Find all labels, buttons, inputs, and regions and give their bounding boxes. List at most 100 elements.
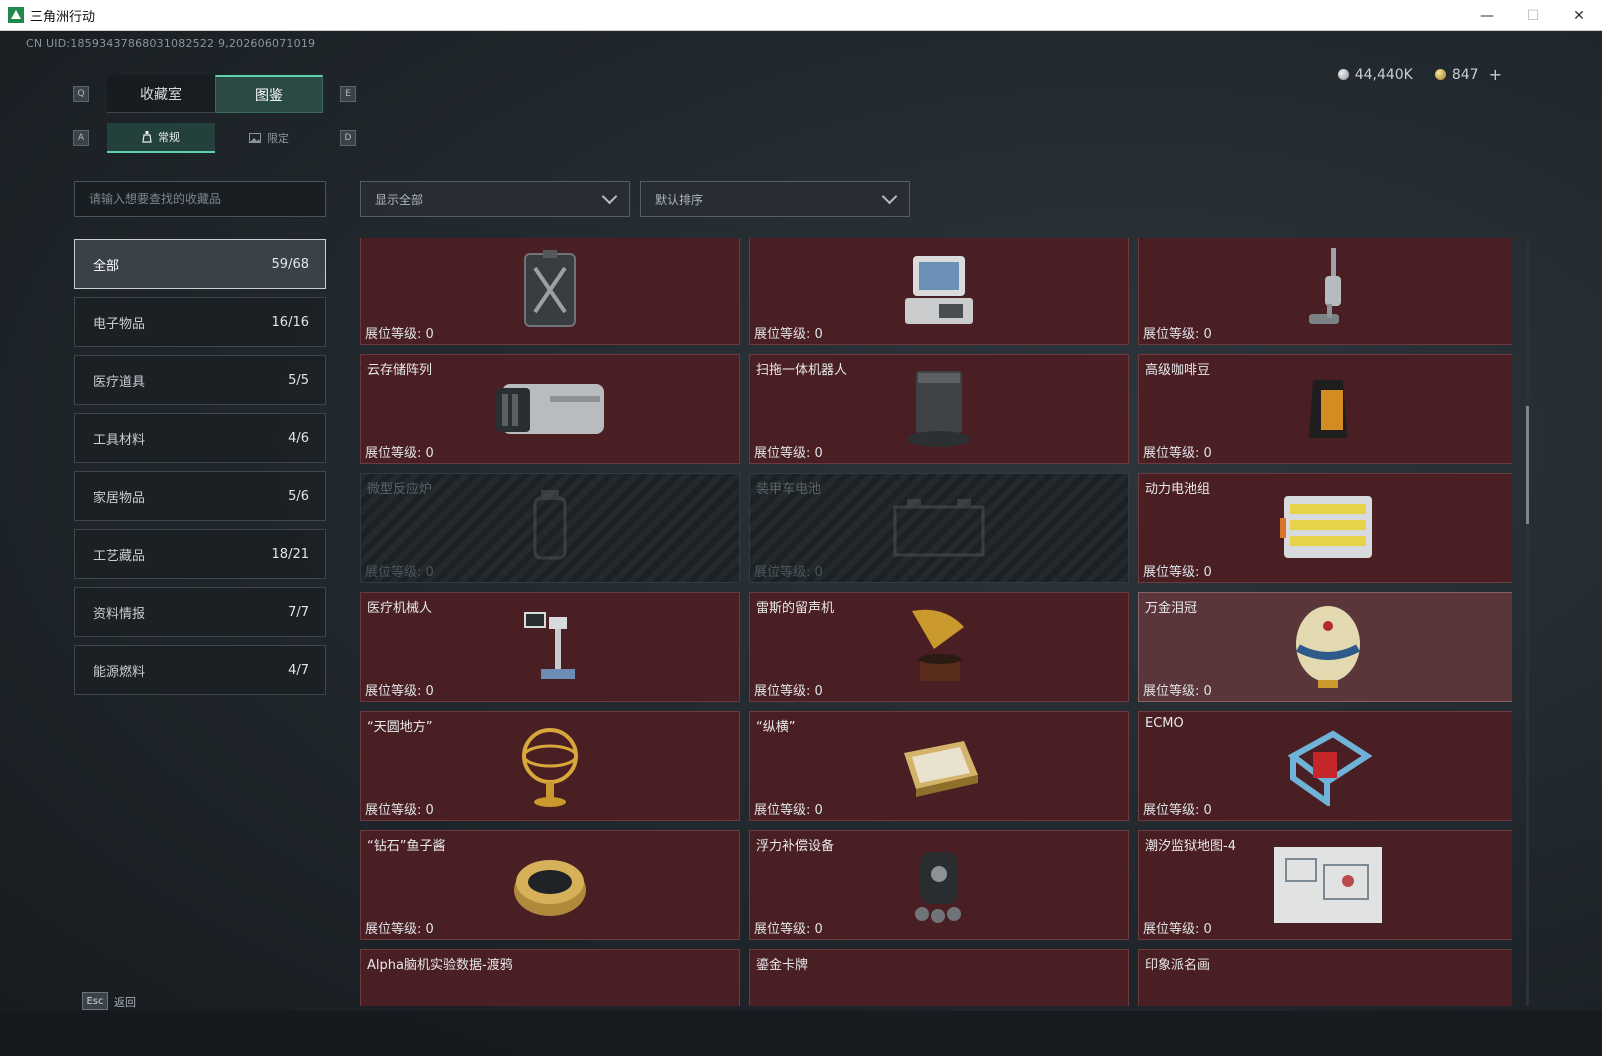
painting-frame-icon bbox=[1288, 1000, 1368, 1006]
collectible-card[interactable]: Alpha脑机实验数据-渡鸦 展位等级: 0 bbox=[360, 949, 740, 1006]
category-label: 资料情报 bbox=[93, 606, 146, 622]
chess-board-icon bbox=[904, 741, 978, 797]
card-name: 鎏金卡牌 bbox=[756, 958, 809, 973]
minimize-button[interactable]: — bbox=[1464, 0, 1510, 31]
tab-codex[interactable]: 图鉴 bbox=[215, 75, 323, 113]
card-name: ECMO bbox=[1145, 716, 1184, 731]
collectible-card[interactable]: 医疗机械人 展位等级: 0 bbox=[360, 592, 740, 702]
collectible-grid: 展位等级: 0 展位等级: 0 展位等级: 0 云存储阵列 展位等级: 0 扫拖… bbox=[360, 238, 1512, 1006]
category-count: 5/5 bbox=[288, 372, 309, 388]
window-title: 三角洲行动 bbox=[30, 9, 96, 25]
collectible-card[interactable]: 浮力补偿设备 展位等级: 0 bbox=[749, 830, 1129, 940]
category-medical[interactable]: 医疗道具 5/5 bbox=[74, 355, 326, 405]
collectible-card[interactable]: 扫拖一体机器人 展位等级: 0 bbox=[749, 354, 1129, 464]
collectible-card[interactable]: 动力电池组 展位等级: 0 bbox=[1138, 473, 1512, 583]
sort-dropdown[interactable]: 默认排序 bbox=[640, 181, 910, 217]
card-level: 展位等级: 0 bbox=[365, 327, 434, 342]
collectible-card[interactable]: 潮汐监狱地图-4 展位等级: 0 bbox=[1138, 830, 1512, 940]
collectible-card[interactable]: 印象派名画 展位等级: 0 bbox=[1138, 949, 1512, 1006]
card-name: “纵横” bbox=[756, 720, 796, 735]
collectible-card[interactable]: “钻石”鱼子酱 展位等级: 0 bbox=[360, 830, 740, 940]
collectible-card[interactable]: “纵横” 展位等级: 0 bbox=[749, 711, 1129, 821]
card-level: 展位等级: 0 bbox=[365, 565, 434, 580]
window-controls: — ☐ ✕ bbox=[1464, 0, 1602, 31]
coffee-bag-icon bbox=[1309, 380, 1347, 438]
collectible-card[interactable]: ECMO 展位等级: 0 bbox=[1138, 711, 1512, 821]
collectible-card-locked[interactable]: 装甲车电池 展位等级: 0 bbox=[749, 473, 1129, 583]
card-name: Alpha脑机实验数据-渡鸦 bbox=[367, 958, 513, 973]
collectible-card[interactable]: 鎏金卡牌 展位等级: 0 bbox=[749, 949, 1129, 1006]
collectible-card[interactable]: 展位等级: 0 bbox=[749, 238, 1129, 345]
subtab-limited-label: 限定 bbox=[267, 132, 289, 145]
category-count: 18/21 bbox=[271, 546, 309, 562]
card-level: 展位等级: 0 bbox=[1143, 684, 1212, 699]
card-name: 动力电池组 bbox=[1145, 482, 1211, 497]
filter-dropdown[interactable]: 显示全部 bbox=[360, 181, 630, 217]
subtab-limited[interactable]: 限定 bbox=[215, 123, 323, 153]
subtab-regular[interactable]: 常规 bbox=[107, 123, 215, 153]
delta-force-logo-icon bbox=[8, 7, 24, 23]
category-all[interactable]: 全部 59/68 bbox=[74, 239, 326, 289]
back-button-label[interactable]: 返回 bbox=[114, 994, 136, 1010]
chevron-down-icon bbox=[881, 188, 898, 204]
category-label: 工具材料 bbox=[93, 432, 146, 448]
card-name: 潮汐监狱地图-4 bbox=[1145, 839, 1236, 854]
currency-silver-value: 44,440K bbox=[1354, 66, 1413, 83]
category-count: 4/7 bbox=[288, 662, 309, 678]
collectible-card-locked[interactable]: 微型反应炉 展位等级: 0 bbox=[360, 473, 740, 583]
collectible-card[interactable]: 展位等级: 0 bbox=[1138, 238, 1512, 345]
collectible-grid-viewport[interactable]: 展位等级: 0 展位等级: 0 展位等级: 0 云存储阵列 展位等级: 0 扫拖… bbox=[360, 238, 1512, 1006]
category-crafts[interactable]: 工艺藏品 18/21 bbox=[74, 529, 326, 579]
image-icon bbox=[249, 133, 261, 143]
uid-text: CN UID:18593437868031082522 9,2026060710… bbox=[26, 37, 316, 50]
jerrycan-icon bbox=[524, 250, 576, 327]
tab-collection-room[interactable]: 收藏室 bbox=[107, 75, 215, 113]
sort-dropdown-value: 默认排序 bbox=[655, 192, 704, 207]
card-level: 展位等级: 0 bbox=[754, 565, 823, 580]
collectible-card[interactable]: 展位等级: 0 bbox=[360, 238, 740, 345]
collectible-search-input[interactable] bbox=[74, 181, 326, 217]
card-name: 微型反应炉 bbox=[367, 482, 433, 497]
close-button[interactable]: ✕ bbox=[1556, 0, 1602, 31]
collectible-card[interactable]: 万金泪冠 展位等级: 0 bbox=[1138, 592, 1512, 702]
card-level: 展位等级: 0 bbox=[365, 922, 434, 937]
category-electronics[interactable]: 电子物品 16/16 bbox=[74, 297, 326, 347]
collectible-card[interactable]: 高级咖啡豆 展位等级: 0 bbox=[1138, 354, 1512, 464]
category-tools[interactable]: 工具材料 4/6 bbox=[74, 413, 326, 463]
category-household[interactable]: 家居物品 5/6 bbox=[74, 471, 326, 521]
collectible-card[interactable]: 雷斯的留声机 展位等级: 0 bbox=[749, 592, 1129, 702]
collectible-card[interactable]: “天圆地方” 展位等级: 0 bbox=[360, 711, 740, 821]
category-label: 能源燃料 bbox=[93, 664, 146, 680]
card-name: 医疗机械人 bbox=[367, 601, 433, 616]
card-level: 展位等级: 0 bbox=[754, 922, 823, 937]
category-energy[interactable]: 能源燃料 4/7 bbox=[74, 645, 326, 695]
footer-bar bbox=[0, 1011, 1602, 1056]
maximize-button[interactable]: ☐ bbox=[1510, 0, 1556, 31]
storage-array-icon bbox=[496, 384, 604, 434]
ecmo-machine-icon bbox=[1287, 730, 1373, 806]
currency-gold-value: 847 bbox=[1451, 66, 1479, 83]
card-name: 云存储阵列 bbox=[367, 363, 433, 378]
battery-pack-icon bbox=[1280, 496, 1372, 558]
card-name: 装甲车电池 bbox=[756, 482, 822, 497]
card-name: “钻石”鱼子酱 bbox=[367, 839, 446, 854]
card-level: 展位等级: 0 bbox=[365, 803, 434, 818]
bottle-icon bbox=[142, 131, 152, 143]
card-level: 展位等级: 0 bbox=[365, 446, 434, 461]
add-currency-button[interactable]: + bbox=[1489, 65, 1502, 84]
collectible-card[interactable]: 云存储阵列 展位等级: 0 bbox=[360, 354, 740, 464]
esc-key-hint[interactable]: Esc bbox=[82, 992, 108, 1010]
chevron-down-icon bbox=[601, 188, 618, 204]
category-count: 16/16 bbox=[271, 314, 309, 330]
card-name: “天圆地方” bbox=[367, 720, 433, 735]
card-level: 展位等级: 0 bbox=[754, 684, 823, 699]
subtab-regular-label: 常规 bbox=[158, 131, 180, 144]
grid-scrollbar-thumb[interactable] bbox=[1526, 406, 1529, 524]
grid-scrollbar[interactable] bbox=[1526, 238, 1529, 1006]
battery-box-icon bbox=[893, 499, 985, 557]
key-hint-a: A bbox=[73, 130, 89, 146]
category-intel[interactable]: 资料情报 7/7 bbox=[74, 587, 326, 637]
category-count: 4/6 bbox=[288, 430, 309, 446]
bcd-gear-icon bbox=[915, 852, 961, 923]
silver-coin-icon bbox=[1337, 69, 1349, 80]
